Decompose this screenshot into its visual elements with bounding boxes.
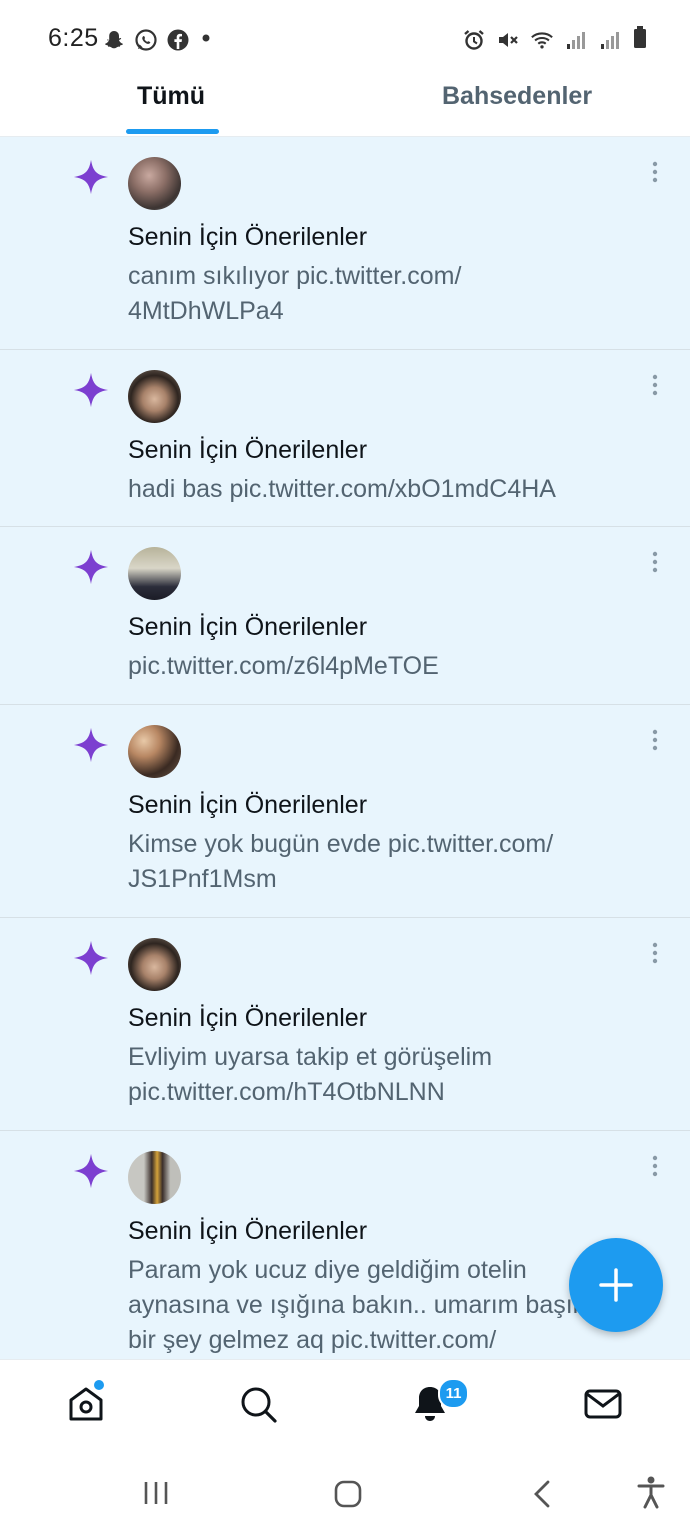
notification-item[interactable]: Senin İçin Önerilenler Kimse yok bugün e…: [0, 705, 690, 918]
more-options-icon[interactable]: [651, 942, 659, 964]
sparkle-icon: [73, 549, 109, 585]
notifications-feed[interactable]: Senin İçin Önerilenler canım sıkılıyor p…: [0, 137, 690, 1359]
notification-text: pic.twitter.com/z6l4pMeTOE: [128, 649, 648, 684]
snapchat-icon: [102, 27, 126, 53]
avatar[interactable]: [128, 938, 181, 991]
dot-icon: [198, 24, 214, 55]
notification-item[interactable]: Senin İçin Önerilenler pic.twitter.com/z…: [0, 527, 690, 705]
notification-text: Kimse yok bugün evde pic.twitter.com/ JS…: [128, 827, 648, 897]
sparkle-icon: [73, 372, 109, 408]
notification-text: Param yok ucuz diye geldiğim otelin ayna…: [128, 1253, 628, 1358]
status-left-icons: [102, 24, 214, 55]
more-options-icon[interactable]: [651, 374, 659, 396]
plus-icon: [599, 1268, 633, 1302]
sparkle-icon: [73, 940, 109, 976]
system-nav-bar: [0, 1451, 690, 1533]
tab-all[interactable]: Tümü: [137, 82, 205, 111]
avatar[interactable]: [128, 725, 181, 778]
status-right-icons: [462, 24, 648, 55]
wifi-icon: [530, 27, 554, 53]
notification-text-line: canım sıkılıyor pic.twitter.com/ 4MtDhWL…: [128, 262, 462, 325]
accessibility-icon[interactable]: [636, 1475, 666, 1509]
avatar[interactable]: [128, 547, 181, 600]
notification-item[interactable]: Senin İçin Önerilenler hadi bas pic.twit…: [0, 350, 690, 527]
notification-text: canım sıkılıyor pic.twitter.com/ 4MtDhWL…: [128, 259, 648, 329]
sparkle-icon: [73, 727, 109, 763]
more-options-icon[interactable]: [651, 551, 659, 573]
notification-title: Senin İçin Önerilenler: [128, 223, 368, 251]
signal-icon: [598, 27, 622, 53]
notification-text: hadi bas pic.twitter.com/xbO1mdC4HA: [128, 472, 648, 507]
more-options-icon[interactable]: [651, 1155, 659, 1177]
notification-title: Senin İçin Önerilenler: [128, 436, 368, 464]
avatar[interactable]: [128, 370, 181, 423]
notification-text: Evliyim uyarsa takip et görüşelim pic.tw…: [128, 1040, 648, 1110]
tab-mentions[interactable]: Bahsedenler: [442, 82, 592, 111]
home-button-icon[interactable]: [333, 1479, 363, 1509]
notification-item[interactable]: Senin İçin Önerilenler Evliyim uyarsa ta…: [0, 918, 690, 1131]
notification-item[interactable]: Senin İçin Önerilenler canım sıkılıyor p…: [0, 137, 690, 350]
notification-tabs: Tümü Bahsedenler: [0, 62, 690, 137]
avatar[interactable]: [128, 1151, 181, 1204]
notification-text-line: Kimse yok bugün evde pic.twitter.com/ JS…: [128, 830, 554, 893]
notification-item[interactable]: Senin İçin Önerilenler Param yok ucuz di…: [0, 1131, 690, 1359]
avatar[interactable]: [128, 157, 181, 210]
notification-title: Senin İçin Önerilenler: [128, 791, 368, 819]
more-options-icon[interactable]: [651, 161, 659, 183]
notification-title: Senin İçin Önerilenler: [128, 1217, 368, 1245]
notification-count-badge: 11: [438, 1378, 469, 1409]
compose-button[interactable]: [569, 1238, 663, 1332]
more-options-icon[interactable]: [651, 729, 659, 751]
back-icon[interactable]: [530, 1479, 554, 1509]
bottom-nav: [0, 1359, 690, 1452]
home-unread-dot: [94, 1380, 104, 1390]
home-icon[interactable]: [66, 1384, 106, 1424]
status-time: 6:25: [48, 24, 99, 52]
mute-icon: [496, 27, 520, 53]
whatsapp-icon: [134, 27, 158, 53]
alarm-icon: [462, 27, 486, 53]
recent-apps-icon[interactable]: [142, 1479, 170, 1507]
battery-icon: [632, 24, 648, 55]
active-tab-indicator: [126, 129, 219, 134]
search-icon[interactable]: [238, 1384, 278, 1424]
notification-text-line: Param yok ucuz diye geldiğim otelin ayna…: [128, 1256, 608, 1354]
notification-text-line: pic.twitter.com/z6l4pMeTOE: [128, 652, 439, 680]
messages-icon[interactable]: [583, 1384, 623, 1424]
sparkle-icon: [73, 159, 109, 195]
notification-title: Senin İçin Önerilenler: [128, 613, 368, 641]
notification-text-line: hadi bas pic.twitter.com/xbO1mdC4HA: [128, 475, 556, 503]
notification-text-line: Evliyim uyarsa takip et görüşelim pic.tw…: [128, 1043, 493, 1106]
notification-title: Senin İçin Önerilenler: [128, 1004, 368, 1032]
sparkle-icon: [73, 1153, 109, 1189]
signal-icon: [564, 27, 588, 53]
facebook-icon: [166, 27, 190, 53]
